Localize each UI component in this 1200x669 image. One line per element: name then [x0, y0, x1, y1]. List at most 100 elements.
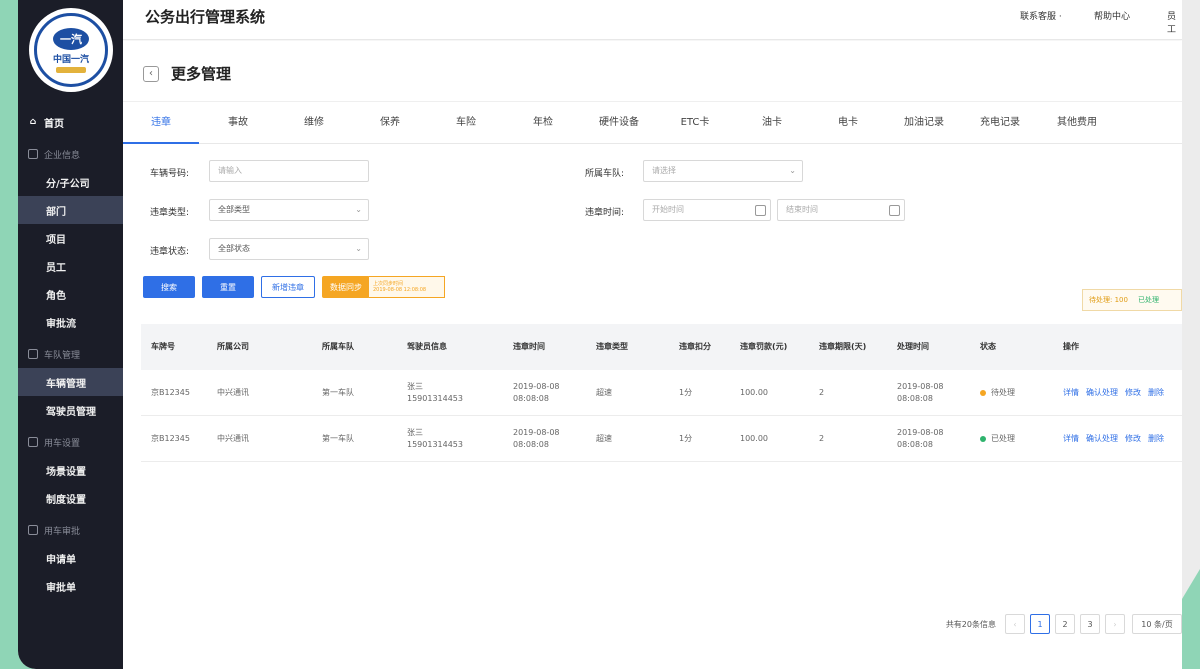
- tab-hardware[interactable]: 硬件设备: [589, 102, 649, 144]
- end-time-input[interactable]: 结束时间: [777, 199, 905, 221]
- sidebar-item-scenes[interactable]: 场景设置: [18, 456, 123, 484]
- sidebar-item-drivers[interactable]: 驾驶员管理: [18, 396, 123, 424]
- cell-driver: 张三 15901314453: [407, 370, 463, 416]
- sidebar-item-approvals[interactable]: 审批单: [18, 572, 123, 600]
- search-button[interactable]: 搜索: [143, 276, 195, 298]
- sidebar-item-applications[interactable]: 申请单: [18, 544, 123, 572]
- sync-button[interactable]: 数据同步: [322, 276, 370, 298]
- type-select[interactable]: 全部类型 ⌄: [209, 199, 369, 221]
- col-handle-time: 处理时间: [897, 342, 929, 351]
- sidebar-group-label: 企业信息: [44, 150, 81, 161]
- add-violation-button[interactable]: 新增违章: [261, 276, 315, 298]
- prev-page-button[interactable]: ‹: [1005, 614, 1025, 634]
- page-title: 更多管理: [171, 65, 232, 83]
- app-window: 一汽 中国一汽 ⌂ 首页 企业信息 分/子公司 部门 项目 员工 角色 审批流 车…: [18, 0, 1182, 669]
- status-label: 违章状态:: [150, 247, 190, 257]
- edit-link[interactable]: 修改: [1125, 433, 1141, 445]
- sidebar-item-staff[interactable]: 员工: [18, 252, 123, 280]
- driver-phone: 15901314453: [407, 394, 463, 403]
- tab-fuel-records[interactable]: 加油记录: [894, 102, 954, 144]
- logo-mark: 一汽: [53, 27, 89, 50]
- cell-plate: 京B12345: [151, 434, 190, 443]
- sidebar-group-fleet[interactable]: 车队管理: [18, 340, 123, 368]
- handle-clock: 08:08:08: [897, 440, 933, 449]
- back-button[interactable]: ‹: [143, 65, 159, 82]
- detail-link[interactable]: 详情: [1063, 433, 1079, 445]
- sidebar-item-department[interactable]: 部门: [18, 196, 123, 224]
- edit-link[interactable]: 修改: [1125, 387, 1141, 399]
- next-page-button[interactable]: ›: [1105, 614, 1125, 634]
- sidebar-group-label: 车队管理: [44, 350, 81, 361]
- logo-emblem: 一汽 中国一汽: [34, 13, 108, 87]
- start-time-input[interactable]: 开始时间: [643, 199, 771, 221]
- handle-date: 2019-08-08: [897, 382, 944, 391]
- cell-fleet: 第一车队: [322, 434, 354, 443]
- sidebar-group-approval[interactable]: 用车审批: [18, 516, 123, 544]
- tab-etc-card[interactable]: ETC卡: [665, 102, 725, 144]
- col-company: 所属公司: [217, 342, 249, 351]
- done-count: 已处理: [1137, 296, 1159, 304]
- violation-clock: 08:08:08: [513, 394, 549, 403]
- status-select-value: 全部状态: [218, 244, 250, 253]
- sidebar-group-company[interactable]: 企业信息: [18, 140, 123, 168]
- logo-badge: [56, 66, 86, 73]
- plate-input[interactable]: 请输入: [209, 160, 369, 182]
- col-fleet: 所属车队: [322, 342, 354, 351]
- help-center-link[interactable]: 帮助中心: [1094, 9, 1130, 22]
- tab-fuel-card[interactable]: 油卡: [742, 102, 802, 144]
- sidebar-item-approval-flow[interactable]: 审批流: [18, 308, 123, 336]
- chevron-down-icon: ⌄: [355, 205, 362, 214]
- tab-charge-records[interactable]: 充电记录: [970, 102, 1030, 144]
- sync-note-time: 2019-08-08 12:08:08: [373, 287, 427, 293]
- tab-accident[interactable]: 事故: [208, 102, 268, 144]
- page-2-button[interactable]: 2: [1055, 614, 1075, 634]
- col-type: 违章类型: [596, 342, 628, 351]
- cell-company: 中兴通讯: [217, 434, 249, 443]
- page-1-button[interactable]: 1: [1030, 614, 1050, 634]
- page-size-select[interactable]: 10 条/页: [1132, 614, 1182, 634]
- col-plate: 车牌号: [151, 342, 175, 351]
- sidebar-item-role[interactable]: 角色: [18, 280, 123, 308]
- user-menu[interactable]: 员工: [1167, 9, 1182, 35]
- violation-clock: 08:08:08: [513, 440, 549, 449]
- tab-violation[interactable]: 违章: [123, 102, 199, 144]
- sidebar-group-label: 用车设置: [44, 438, 81, 449]
- confirm-handle-link[interactable]: 确认处理: [1086, 387, 1118, 399]
- col-days: 违章期限(天): [819, 342, 867, 351]
- car-icon: [28, 349, 38, 359]
- tab-insurance[interactable]: 车险: [436, 102, 496, 144]
- table-row: 京B12345 中兴通讯 第一车队 张三 15901314453 2019-08-…: [141, 370, 1182, 416]
- sidebar-item-branch[interactable]: 分/子公司: [18, 168, 123, 196]
- cell-driver: 张三 15901314453: [407, 416, 463, 462]
- tab-inspection[interactable]: 年检: [513, 102, 573, 144]
- confirm-handle-link[interactable]: 确认处理: [1086, 433, 1118, 445]
- tab-maintenance[interactable]: 保养: [360, 102, 420, 144]
- reset-button[interactable]: 重置: [202, 276, 254, 298]
- total-count: 共有20条信息: [945, 619, 996, 629]
- status-summary: 待处理: 100 已处理: [1082, 289, 1182, 311]
- sidebar-item-vehicles[interactable]: 车辆管理: [18, 368, 123, 396]
- sidebar-item-label: 首页: [44, 118, 64, 130]
- fleet-select[interactable]: 请选择 ⌄: [643, 160, 803, 182]
- sidebar-item-project[interactable]: 项目: [18, 224, 123, 252]
- cell-fleet: 第一车队: [322, 388, 354, 397]
- sidebar-item-policy[interactable]: 制度设置: [18, 484, 123, 512]
- fleet-select-value: 请选择: [652, 166, 676, 175]
- delete-link[interactable]: 删除: [1148, 433, 1164, 445]
- col-status: 状态: [980, 342, 996, 351]
- page-3-button[interactable]: 3: [1080, 614, 1100, 634]
- tab-repair[interactable]: 维修: [284, 102, 344, 144]
- delete-link[interactable]: 删除: [1148, 387, 1164, 399]
- chevron-down-icon: ⌄: [789, 166, 796, 175]
- chevron-down-icon: ⌄: [355, 244, 362, 253]
- sidebar-item-home[interactable]: ⌂ 首页: [18, 108, 123, 136]
- detail-link[interactable]: 详情: [1063, 387, 1079, 399]
- tab-other-costs[interactable]: 其他费用: [1047, 102, 1107, 144]
- status-dot-icon: [980, 390, 986, 396]
- cell-fine: 100.00: [740, 434, 768, 443]
- status-select[interactable]: 全部状态 ⌄: [209, 238, 369, 260]
- settings-icon: [28, 437, 38, 447]
- tab-power-card[interactable]: 电卡: [818, 102, 878, 144]
- contact-service-link[interactable]: 联系客服 ·: [1020, 9, 1062, 22]
- sidebar-group-settings[interactable]: 用车设置: [18, 428, 123, 456]
